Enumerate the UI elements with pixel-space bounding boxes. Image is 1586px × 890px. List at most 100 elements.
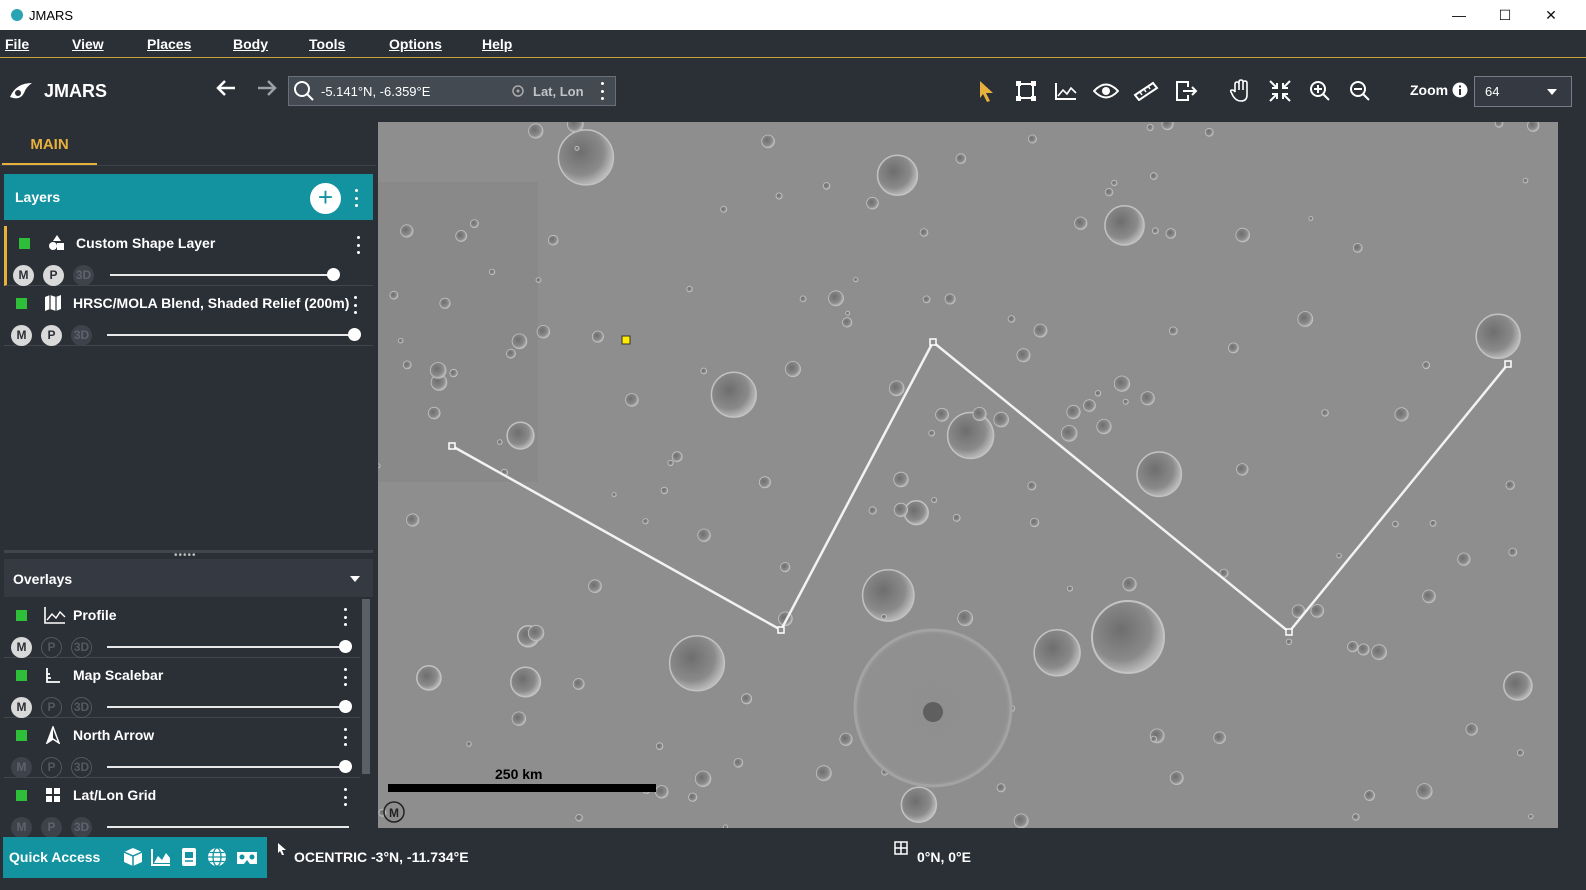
opacity-slider-handle[interactable] xyxy=(339,640,352,653)
chart-icon[interactable] xyxy=(151,848,171,866)
overlay-options-kebab-icon[interactable] xyxy=(342,788,348,806)
crater xyxy=(510,666,542,698)
document-icon[interactable] xyxy=(180,847,198,867)
cube-icon[interactable] xyxy=(123,847,143,867)
overlay-row-latlon-grid[interactable]: Lat/Lon Grid M P 3D xyxy=(4,778,360,837)
profile-tool-button[interactable] xyxy=(1051,76,1081,106)
profile-vertex[interactable] xyxy=(1285,628,1293,636)
3d-toggle[interactable]: 3D xyxy=(71,325,92,346)
minimize-button[interactable]: — xyxy=(1436,0,1482,30)
layer-options-kebab-icon[interactable] xyxy=(352,296,358,314)
crater xyxy=(1136,451,1183,498)
main-view-toggle[interactable]: M xyxy=(11,697,32,718)
overlay-row-north-arrow[interactable]: North Arrow M P 3D xyxy=(4,718,360,778)
view-tool-button[interactable] xyxy=(1091,76,1121,106)
menu-help[interactable]: Help xyxy=(482,36,512,52)
info-icon[interactable] xyxy=(1452,82,1468,98)
visibility-toggle[interactable] xyxy=(16,730,27,741)
main-view-toggle[interactable]: M xyxy=(11,637,32,658)
crater xyxy=(1416,783,1433,800)
crater xyxy=(575,813,583,822)
3d-toggle[interactable]: 3D xyxy=(73,265,94,286)
menu-view[interactable]: View xyxy=(72,36,104,52)
menu-options[interactable]: Options xyxy=(389,36,442,52)
panner-toggle[interactable]: P xyxy=(41,325,62,346)
overlay-options-kebab-icon[interactable] xyxy=(342,608,348,626)
profile-vertex[interactable] xyxy=(448,442,456,450)
layer-row-hrsc-mola[interactable]: HRSC/MOLA Blend, Shaded Relief (200m) M … xyxy=(4,286,373,346)
menu-body[interactable]: Body xyxy=(233,36,268,52)
export-tool-button[interactable] xyxy=(1171,76,1201,106)
opacity-slider[interactable] xyxy=(107,766,349,768)
profile-vertex[interactable] xyxy=(929,338,937,346)
main-view-toggle[interactable]: M xyxy=(11,325,32,346)
location-marker[interactable] xyxy=(621,335,631,345)
visibility-toggle[interactable] xyxy=(16,610,27,621)
visibility-toggle[interactable] xyxy=(16,790,27,801)
crater xyxy=(511,333,528,350)
zoom-in-button[interactable] xyxy=(1305,76,1335,106)
measure-tool-button[interactable] xyxy=(1131,76,1161,106)
layers-menu-kebab-icon[interactable] xyxy=(353,189,359,207)
layers-title: Layers xyxy=(15,189,61,205)
fit-extent-button[interactable] xyxy=(1265,76,1295,106)
vr-headset-icon[interactable] xyxy=(235,850,259,866)
pan-tool-button[interactable] xyxy=(1225,76,1255,106)
profile-vertex[interactable] xyxy=(1504,360,1512,368)
panner-toggle-disabled: P xyxy=(41,637,62,658)
add-layer-button[interactable]: + xyxy=(310,183,341,214)
opacity-slider-handle[interactable] xyxy=(339,700,352,713)
overlays-scrollbar[interactable] xyxy=(362,599,370,774)
profile-vertex[interactable] xyxy=(777,626,785,634)
overlay-row-profile[interactable]: Profile M P 3D xyxy=(4,598,360,658)
main-view-toggle[interactable]: M xyxy=(11,757,32,778)
crater xyxy=(784,361,801,378)
opacity-slider-handle[interactable] xyxy=(339,760,352,773)
layer-row-custom-shape[interactable]: Custom Shape Layer M P 3D xyxy=(4,226,373,286)
zoom-out-button[interactable] xyxy=(1345,76,1375,106)
visibility-toggle[interactable] xyxy=(19,238,30,249)
forward-button[interactable] xyxy=(256,77,278,106)
opacity-slider[interactable] xyxy=(107,706,349,708)
visibility-toggle[interactable] xyxy=(16,298,27,309)
menu-tools[interactable]: Tools xyxy=(309,36,345,52)
chevron-down-icon[interactable] xyxy=(350,576,360,582)
search-options-kebab-icon[interactable] xyxy=(600,82,606,100)
crosshair-icon xyxy=(512,85,524,97)
layer-options-kebab-icon[interactable] xyxy=(355,236,361,254)
menu-file[interactable]: File xyxy=(5,36,29,52)
crater xyxy=(866,196,879,210)
crater xyxy=(697,528,711,543)
close-button[interactable]: ✕ xyxy=(1528,0,1574,30)
globe-icon[interactable] xyxy=(207,847,227,867)
opacity-slider-handle[interactable] xyxy=(348,328,361,341)
maximize-button[interactable]: ☐ xyxy=(1482,0,1528,30)
back-button[interactable] xyxy=(215,77,237,106)
map-view[interactable]: 250 km M xyxy=(378,122,1558,828)
tab-main[interactable]: MAIN xyxy=(2,130,97,166)
crop-tool-button[interactable] xyxy=(1011,76,1041,106)
crater xyxy=(1104,187,1114,197)
panner-toggle[interactable]: P xyxy=(41,817,62,837)
overlays-header[interactable]: Overlays xyxy=(4,559,373,597)
opacity-slider[interactable] xyxy=(107,646,349,648)
opacity-slider[interactable] xyxy=(107,826,349,828)
search-input[interactable] xyxy=(321,83,511,99)
main-view-toggle[interactable]: M xyxy=(13,265,34,286)
main-view-toggle[interactable]: M xyxy=(11,817,32,837)
overlay-options-kebab-icon[interactable] xyxy=(342,668,348,686)
select-tool-button[interactable] xyxy=(971,76,1001,106)
panner-toggle[interactable]: P xyxy=(43,265,64,286)
coord-mode-label[interactable]: Lat, Lon xyxy=(533,84,584,99)
opacity-slider[interactable] xyxy=(110,274,339,276)
menu-places[interactable]: Places xyxy=(147,36,191,52)
zoom-select[interactable]: 64 xyxy=(1474,76,1572,107)
overlay-options-kebab-icon[interactable] xyxy=(342,728,348,746)
map-canvas[interactable]: 250 km M xyxy=(378,122,1558,828)
opacity-slider[interactable] xyxy=(107,334,359,336)
opacity-slider-handle[interactable] xyxy=(327,268,340,281)
3d-toggle[interactable]: 3D xyxy=(71,817,92,837)
crater xyxy=(427,406,441,420)
visibility-toggle[interactable] xyxy=(16,670,27,681)
overlay-row-scalebar[interactable]: Map Scalebar M P 3D xyxy=(4,658,360,718)
